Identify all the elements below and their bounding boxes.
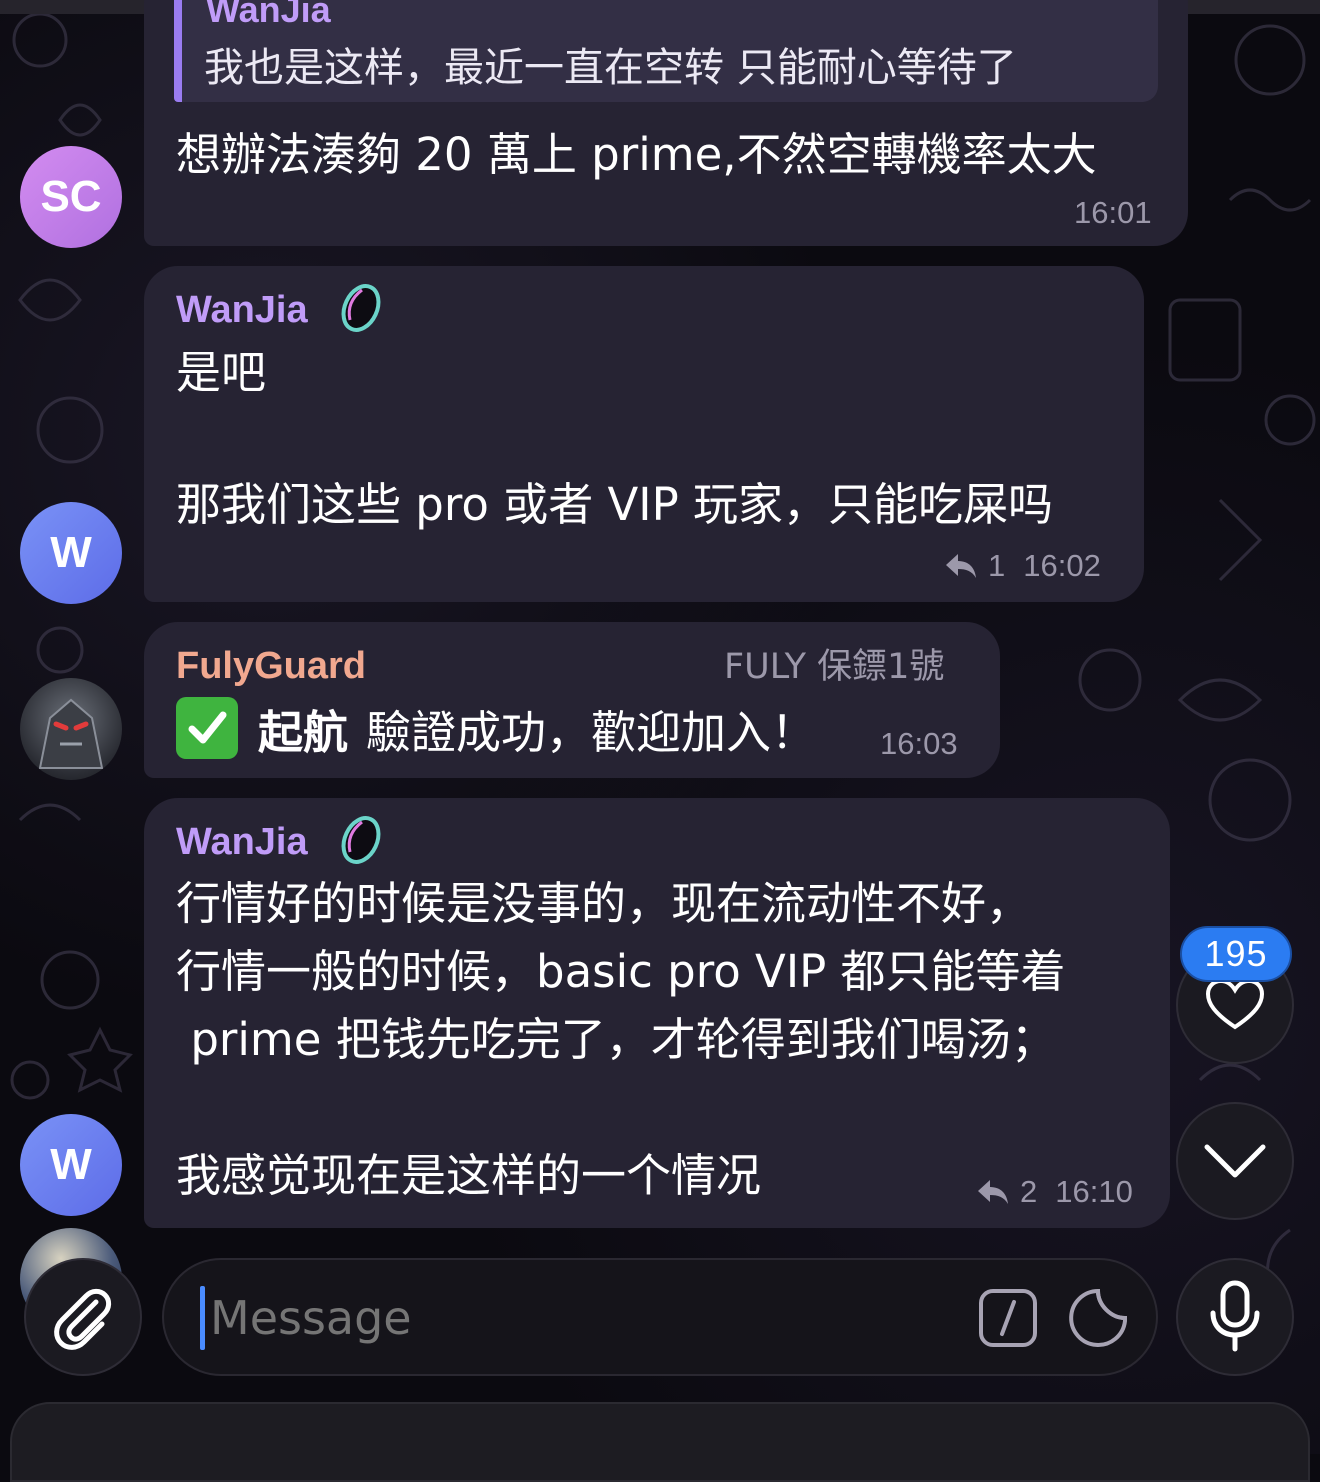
reply-quote[interactable]: WanJia 我也是这样，最近一直在空转 只能耐心等待了: [174, 0, 1158, 102]
reply-count[interactable]: 2: [1020, 1174, 1037, 1210]
sender-name[interactable]: WanJia: [176, 820, 308, 864]
message-meta: 1 16:02: [944, 548, 1101, 584]
chevron-down-icon: [1204, 1144, 1266, 1178]
message-meta: 16:01: [1074, 195, 1152, 231]
message-composer[interactable]: [162, 1258, 1158, 1376]
avatar-initials: W: [50, 1140, 92, 1189]
avatar[interactable]: W: [20, 502, 122, 604]
paperclip-icon: [54, 1288, 112, 1350]
avatar[interactable]: SC: [20, 146, 122, 248]
premium-ring-icon: [336, 280, 386, 336]
attach-button[interactable]: [24, 1258, 142, 1376]
quote-author: WanJia: [206, 0, 331, 30]
avatar[interactable]: W: [20, 1114, 122, 1216]
quote-text: 我也是这样，最近一直在空转 只能耐心等待了: [204, 45, 1017, 91]
message-meta: 16:03: [880, 726, 958, 762]
slash-command-icon[interactable]: [978, 1288, 1038, 1348]
message-text: 是吧 那我们这些 pro 或者 VIP 玩家，只能吃屎吗: [176, 346, 1054, 531]
message-input[interactable]: [208, 1284, 972, 1352]
sender-role: FULY 保鏢1號: [724, 647, 945, 687]
message-text-row: 起航 驗證成功，歡迎加入！: [176, 696, 816, 760]
message-text: 行情好的时候是没事的，现在流动性不好， 行情一般的时候，basic pro VI…: [176, 877, 1066, 1202]
reply-count[interactable]: 1: [988, 548, 1005, 584]
sticker-icon[interactable]: [1068, 1288, 1128, 1348]
message-time: 16:10: [1055, 1174, 1133, 1209]
message-text: 驗證成功，歡迎加入！: [366, 705, 817, 759]
robot-avatar-image: [38, 698, 104, 769]
message-time: 16:03: [880, 726, 958, 761]
check-mark-icon: [176, 697, 238, 759]
avatar-initials: W: [50, 528, 92, 577]
avatar[interactable]: [20, 678, 122, 780]
sender-name[interactable]: WanJia: [176, 288, 308, 332]
text-cursor: [200, 1286, 205, 1350]
reply-arrow-icon: [978, 1180, 1008, 1204]
voice-record-button[interactable]: [1176, 1258, 1294, 1376]
reactions-count-badge[interactable]: 195: [1180, 926, 1292, 982]
heart-icon: [1205, 978, 1265, 1030]
microphone-icon: [1210, 1280, 1260, 1352]
message-bold-text: 起航: [258, 705, 349, 759]
reply-arrow-icon: [946, 554, 976, 578]
avatar-initials: SC: [40, 172, 102, 221]
sender-name[interactable]: FulyGuard: [176, 644, 366, 688]
message-time: 16:01: [1074, 195, 1152, 230]
message-time: 16:02: [1023, 548, 1101, 583]
premium-ring-icon: [336, 812, 386, 868]
message-text: 想辦法湊夠 20 萬上 prime,不然空轉機率太大: [176, 128, 1097, 181]
scroll-down-button[interactable]: [1176, 1102, 1294, 1220]
bottom-panel: [10, 1402, 1310, 1482]
message-meta: 2 16:10: [976, 1174, 1133, 1210]
